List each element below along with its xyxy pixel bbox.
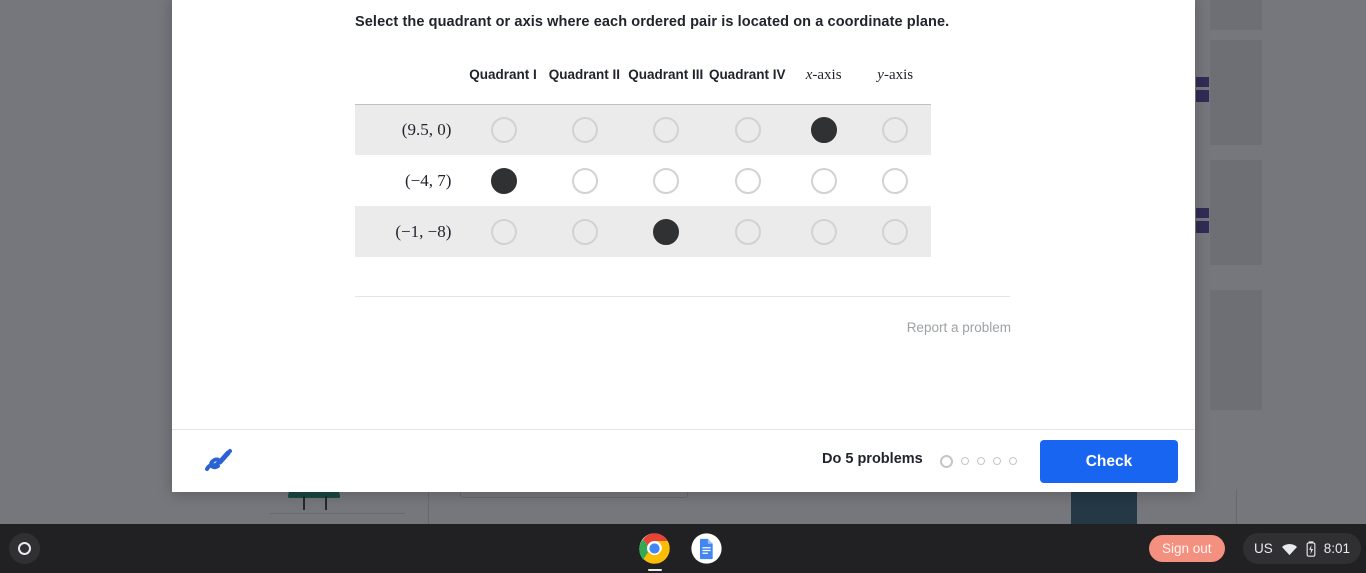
check-button[interactable]: Check <box>1040 440 1178 483</box>
radio-cell-q1[interactable] <box>463 167 544 194</box>
radio-cell-q1[interactable] <box>463 218 544 245</box>
radio-cell-xaxis[interactable] <box>788 218 859 245</box>
radio-button[interactable] <box>810 218 837 245</box>
table-row: (−4, 7) <box>355 155 931 206</box>
table-header-quadrant-ii: Quadrant II <box>548 67 621 82</box>
radio-button-selected[interactable] <box>653 218 680 245</box>
taskbar: Sign out US 8:01 <box>0 524 1366 573</box>
exercise-footer: Do 5 problems Check <box>172 429 1195 492</box>
table-header-row: Quadrant I Quadrant II Quadrant III Quad… <box>355 64 931 104</box>
radio-cell-q4[interactable] <box>707 167 788 194</box>
progress-dot <box>993 457 1001 465</box>
table-row: (9.5, 0) <box>355 104 931 155</box>
chrome-icon[interactable] <box>638 532 671 571</box>
ordered-pair-label: (−1, −8) <box>395 221 452 241</box>
radio-cell-yaxis[interactable] <box>860 218 931 245</box>
table-header-y-axis: y-axis <box>877 67 914 83</box>
radio-button-selected[interactable] <box>810 117 837 143</box>
radio-cell-q2[interactable] <box>545 218 626 245</box>
radio-cell-q3[interactable] <box>626 117 707 143</box>
radio-button[interactable] <box>490 117 517 143</box>
radio-cell-xaxis[interactable] <box>788 167 859 194</box>
exercise-prompt: Select the quadrant or axis where each o… <box>355 14 950 30</box>
ordered-pair-label: (−4, 7) <box>404 170 452 190</box>
radio-cell-q4[interactable] <box>707 218 788 245</box>
radio-cell-q3[interactable] <box>626 218 707 245</box>
launcher-circle-icon[interactable] <box>9 533 40 564</box>
sign-out-button[interactable]: Sign out <box>1149 535 1225 562</box>
radio-button[interactable] <box>882 167 909 194</box>
clock-label: 8:01 <box>1323 541 1351 556</box>
radio-button[interactable] <box>810 167 837 194</box>
radio-cell-yaxis[interactable] <box>860 167 931 194</box>
launcher-ring <box>18 542 31 555</box>
radio-cell-q3[interactable] <box>626 167 707 194</box>
radio-cell-q2[interactable] <box>545 117 626 143</box>
table-row: (−1, −8) <box>355 206 931 257</box>
radio-cell-q4[interactable] <box>707 117 788 143</box>
taskbar-app-icons <box>638 532 723 571</box>
radio-cell-yaxis[interactable] <box>860 117 931 143</box>
radio-button[interactable] <box>882 117 909 143</box>
radio-button-selected[interactable] <box>490 167 517 194</box>
radio-cell-q1[interactable] <box>463 117 544 143</box>
progress-dot <box>1009 457 1017 465</box>
google-docs-icon[interactable] <box>690 532 723 565</box>
radio-button[interactable] <box>653 167 680 194</box>
table-header-quadrant-iv: Quadrant IV <box>708 67 786 82</box>
system-tray[interactable]: US 8:01 <box>1243 533 1362 564</box>
radio-button[interactable] <box>734 117 761 143</box>
radio-button[interactable] <box>572 117 599 143</box>
radio-cell-q2[interactable] <box>545 167 626 194</box>
answer-table: Quadrant I Quadrant II Quadrant III Quad… <box>355 64 931 257</box>
table-header-quadrant-iii: Quadrant III <box>628 67 704 82</box>
radio-button[interactable] <box>572 167 599 194</box>
screen: 1,947 Mastery po Skill Summ Intro to neg… <box>0 0 1366 573</box>
progress-dot-current <box>940 454 953 468</box>
progress-dots <box>940 452 1017 470</box>
table-header-x-axis: x-axis <box>805 67 842 83</box>
table-header-quadrant-i: Quadrant I <box>469 67 537 82</box>
progress-dot <box>961 457 969 465</box>
radio-button[interactable] <box>734 218 761 245</box>
wifi-icon <box>1281 542 1298 556</box>
progress-dot <box>977 457 985 465</box>
exercise-modal: Select the quadrant or axis where each o… <box>172 0 1195 492</box>
radio-button[interactable] <box>653 117 680 143</box>
scratchpad-pencil-icon[interactable] <box>201 444 235 478</box>
ordered-pair-label: (9.5, 0) <box>401 120 452 139</box>
do-problems-label: Do 5 problems <box>822 451 923 467</box>
radio-button[interactable] <box>572 218 599 245</box>
report-problem-link[interactable]: Report a problem <box>901 320 1011 335</box>
radio-cell-xaxis[interactable] <box>788 117 859 143</box>
active-app-indicator <box>648 568 662 571</box>
radio-button[interactable] <box>490 218 517 245</box>
content-divider <box>355 296 1010 297</box>
battery-icon <box>1306 540 1316 557</box>
radio-button[interactable] <box>734 167 761 194</box>
keyboard-layout-label: US <box>1254 541 1273 556</box>
radio-button[interactable] <box>882 218 909 245</box>
table-header-blank <box>355 64 462 67</box>
